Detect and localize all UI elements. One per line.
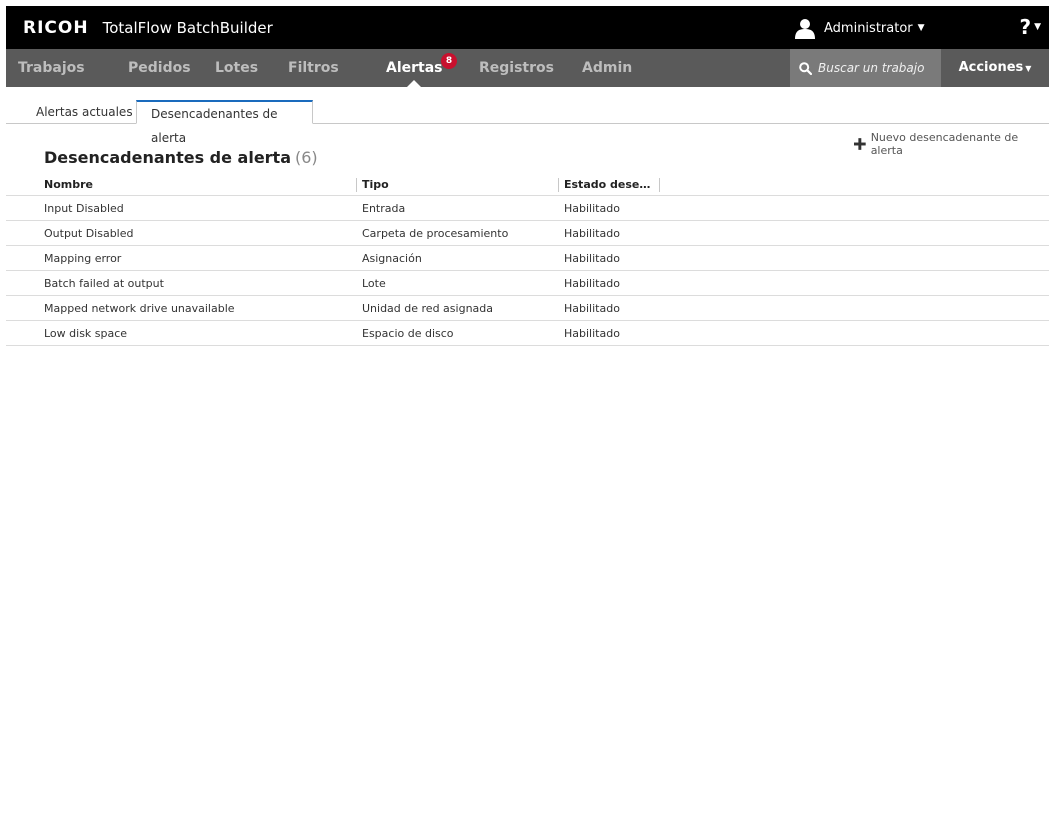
- table-row[interactable]: Mapping error Asignación Habilitado: [6, 246, 1049, 271]
- user-icon: [795, 19, 815, 39]
- cell-type: Carpeta de procesamiento: [362, 226, 509, 240]
- title-text: Desencadenantes de alerta: [44, 148, 291, 167]
- nav-alertas[interactable]: Alertas 8: [386, 49, 457, 87]
- nav-filtros[interactable]: Filtros: [288, 49, 339, 87]
- nav-admin[interactable]: Admin: [582, 49, 632, 87]
- table-row[interactable]: Mapped network drive unavailable Unidad …: [6, 296, 1049, 321]
- new-alert-trigger-button[interactable]: Nuevo desencadenante de alerta: [854, 131, 1049, 157]
- column-header-estado[interactable]: Estado dese…: [564, 174, 650, 195]
- help-menu[interactable]: ? ▼: [1019, 14, 1041, 40]
- cell-type: Entrada: [362, 201, 406, 215]
- tab-label: Desencadenantes de alerta: [151, 107, 278, 145]
- column-header-nombre[interactable]: Nombre: [44, 174, 93, 195]
- cell-type: Asignación: [362, 251, 422, 265]
- search-icon: [799, 61, 812, 75]
- search-input[interactable]: Buscar un trabajo: [790, 49, 941, 87]
- table-row[interactable]: Output Disabled Carpeta de procesamiento…: [6, 221, 1049, 246]
- cell-name: Output Disabled: [44, 226, 134, 240]
- app-window: RICOH TotalFlow BatchBuilder Administrat…: [6, 6, 1049, 814]
- active-nav-pointer: [407, 80, 421, 87]
- top-bar: RICOH TotalFlow BatchBuilder Administrat…: [6, 6, 1049, 49]
- cell-state: Habilitado: [564, 276, 620, 290]
- nav-label: Registros: [479, 60, 554, 76]
- chevron-down-icon: ▼: [1034, 22, 1041, 32]
- table-row[interactable]: Low disk space Espacio de disco Habilita…: [6, 321, 1049, 346]
- page-title: Desencadenantes de alerta (6): [44, 148, 318, 167]
- cell-name: Low disk space: [44, 326, 128, 340]
- cell-state: Habilitado: [564, 326, 620, 340]
- main-nav: Trabajos Pedidos Lotes Filtros Alertas 8…: [6, 49, 1049, 87]
- table-row[interactable]: Input Disabled Entrada Habilitado: [6, 196, 1049, 221]
- cell-name: Input Disabled: [44, 201, 124, 215]
- nav-trabajos[interactable]: Trabajos: [18, 49, 85, 87]
- user-menu[interactable]: Administrator ▼: [794, 16, 925, 40]
- cell-state: Habilitado: [564, 226, 620, 240]
- cell-name: Batch failed at output: [44, 276, 164, 290]
- cell-state: Habilitado: [564, 251, 620, 265]
- column-divider[interactable]: [659, 178, 660, 192]
- cell-name: Mapping error: [44, 251, 122, 265]
- brand-logo: RICOH: [23, 18, 89, 38]
- nav-label: Alertas: [386, 60, 443, 76]
- nav-lotes[interactable]: Lotes: [215, 49, 258, 87]
- alert-count-badge: 8: [441, 53, 457, 69]
- help-icon: ?: [1019, 15, 1032, 39]
- tab-label: Alertas actuales: [36, 105, 133, 119]
- nav-pedidos[interactable]: Pedidos: [128, 49, 191, 87]
- column-divider[interactable]: [356, 178, 357, 192]
- product-name: TotalFlow BatchBuilder: [102, 19, 273, 37]
- actions-label: Acciones: [958, 60, 1024, 75]
- brand: RICOH TotalFlow BatchBuilder: [23, 16, 273, 40]
- actions-menu-button[interactable]: Acciones ▼: [941, 49, 1049, 87]
- triggers-table: Nombre Tipo Estado dese… Input Disabled …: [6, 174, 1049, 346]
- chevron-down-icon: ▼: [1025, 64, 1032, 73]
- nav-label: Trabajos: [18, 60, 85, 76]
- tab-desencadenantes[interactable]: Desencadenantes de alerta: [136, 100, 313, 145]
- cell-type: Espacio de disco: [362, 326, 454, 340]
- trigger-count: (6): [295, 148, 318, 167]
- cell-state: Habilitado: [564, 201, 620, 215]
- cell-type: Lote: [362, 276, 386, 290]
- nav-label: Filtros: [288, 60, 339, 76]
- table-header: Nombre Tipo Estado dese…: [6, 174, 1049, 196]
- table-row[interactable]: Batch failed at output Lote Habilitado: [6, 271, 1049, 296]
- user-name: Administrator: [824, 20, 913, 36]
- tab-alertas-actuales[interactable]: Alertas actuales: [22, 100, 147, 124]
- column-header-tipo[interactable]: Tipo: [362, 174, 389, 195]
- new-trigger-label: Nuevo desencadenante de alerta: [870, 131, 1019, 157]
- search-placeholder: Buscar un trabajo: [818, 61, 925, 75]
- chevron-down-icon: ▼: [917, 23, 925, 33]
- cell-state: Habilitado: [564, 301, 620, 315]
- nav-label: Admin: [582, 60, 633, 76]
- column-divider[interactable]: [558, 178, 559, 192]
- nav-registros[interactable]: Registros: [479, 49, 554, 87]
- nav-label: Pedidos: [128, 60, 191, 76]
- cell-name: Mapped network drive unavailable: [44, 301, 235, 315]
- nav-label: Lotes: [215, 60, 259, 76]
- cell-type: Unidad de red asignada: [362, 301, 494, 315]
- tab-bar: Alertas actuales Desencadenantes de aler…: [6, 87, 1049, 145]
- plus-icon: [854, 138, 866, 150]
